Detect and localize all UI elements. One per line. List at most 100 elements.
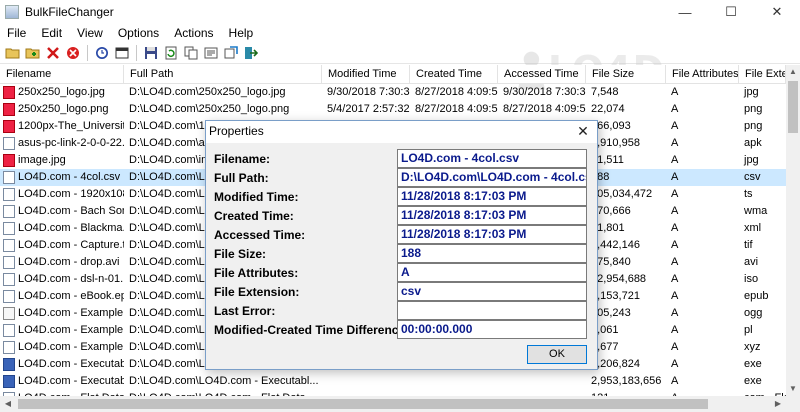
table-row[interactable]: 250x250_logo.jpg D:\LO4D.com\250x250_logo… bbox=[0, 84, 786, 101]
property-row: Accessed Time: 11/28/2018 8:17:03 PM bbox=[206, 225, 597, 245]
save-icon[interactable] bbox=[142, 44, 160, 62]
cell-filename: LO4D.com - Example... bbox=[0, 339, 124, 356]
cell-file-extension: jpg bbox=[744, 154, 759, 166]
scroll-right-icon[interactable]: ▶ bbox=[770, 396, 786, 412]
properties-icon[interactable] bbox=[202, 44, 220, 62]
file-icon bbox=[3, 137, 15, 150]
ok-button[interactable]: OK bbox=[527, 345, 587, 364]
refresh-icon[interactable] bbox=[162, 44, 180, 62]
cell-filename: image.jpg bbox=[0, 152, 124, 169]
property-value-field[interactable]: 00:00:00.000 bbox=[397, 320, 587, 339]
horizontal-scrollbar[interactable]: ◀ ▶ bbox=[0, 396, 786, 412]
cell-modified-time bbox=[322, 373, 410, 390]
property-value-field[interactable]: D:\LO4D.com\LO4D.com - 4col.csv bbox=[397, 168, 587, 187]
cell-file-extension: ogg bbox=[744, 307, 763, 319]
scroll-left-icon[interactable]: ◀ bbox=[0, 396, 16, 412]
property-row: Created Time: 11/28/2018 8:17:03 PM bbox=[206, 206, 597, 226]
dialog-close-icon[interactable]: ✕ bbox=[569, 121, 597, 143]
cell-filename: LO4D.com - 1920x108... bbox=[0, 186, 124, 203]
vertical-scroll-thumb[interactable] bbox=[788, 81, 798, 133]
column-file-size[interactable]: File Size bbox=[586, 65, 666, 83]
cell-file-attributes: A bbox=[671, 358, 679, 370]
maximize-icon[interactable]: ☐ bbox=[708, 0, 754, 24]
copy-icon[interactable] bbox=[182, 44, 200, 62]
menu-file[interactable]: File bbox=[0, 26, 34, 40]
property-value-field[interactable]: LO4D.com - 4col.csv bbox=[397, 149, 587, 168]
property-value-field[interactable] bbox=[397, 301, 587, 320]
horizontal-scroll-thumb[interactable] bbox=[18, 399, 708, 409]
column-file-extension[interactable]: File Extens bbox=[739, 65, 786, 83]
filename-text: LO4D.com - 4col.csv bbox=[18, 171, 121, 183]
cell-accessed-time bbox=[498, 373, 586, 390]
scroll-down-icon[interactable]: ▼ bbox=[786, 382, 800, 396]
minimize-icon[interactable]: — bbox=[662, 0, 708, 24]
property-label: File Attributes: bbox=[214, 266, 299, 280]
window-controls: — ☐ ✕ bbox=[662, 0, 800, 24]
property-value-field[interactable]: A bbox=[397, 263, 587, 282]
property-row: File Attributes: A bbox=[206, 263, 597, 283]
column-full-path[interactable]: Full Path bbox=[124, 65, 322, 83]
cell-filename: LO4D.com - Blackma... bbox=[0, 220, 124, 237]
property-value-field[interactable]: csv bbox=[397, 282, 587, 301]
close-icon[interactable]: ✕ bbox=[754, 0, 800, 24]
dialog-title: Properties bbox=[209, 124, 264, 138]
property-label: Filename: bbox=[214, 152, 271, 166]
cell-file-attributes: A bbox=[671, 324, 679, 336]
folder-open-icon[interactable] bbox=[4, 44, 22, 62]
filename-text: LO4D.com - dsl-n-01... bbox=[18, 273, 124, 285]
filename-text: 250x250_logo.jpg bbox=[18, 86, 105, 98]
menu-actions[interactable]: Actions bbox=[167, 26, 221, 40]
column-modified-time[interactable]: Modified Time bbox=[322, 65, 410, 83]
menu-edit[interactable]: Edit bbox=[34, 26, 70, 40]
cell-filename: 1200px-The_Universit... bbox=[0, 118, 124, 135]
cell-file-extension: avi bbox=[744, 256, 759, 268]
property-row: Last Error: bbox=[206, 301, 597, 321]
delete-icon[interactable] bbox=[44, 44, 62, 62]
column-filename[interactable]: Filename bbox=[0, 65, 124, 83]
cell-file-extension: xyz bbox=[744, 341, 761, 353]
column-created-time[interactable]: Created Time bbox=[410, 65, 498, 83]
property-value-field[interactable]: 11/28/2018 8:17:03 PM bbox=[397, 225, 587, 244]
cell-modified-time: 9/30/2018 7:30:3... bbox=[327, 86, 410, 98]
cell-created-time: 8/27/2018 4:09:5... bbox=[415, 86, 498, 98]
menu-help[interactable]: Help bbox=[222, 26, 262, 40]
cell-filename: LO4D.com - Bach Son... bbox=[0, 203, 124, 220]
export-icon[interactable] bbox=[222, 44, 240, 62]
menu-options[interactable]: Options bbox=[111, 26, 167, 40]
scroll-up-icon[interactable]: ▲ bbox=[786, 65, 800, 79]
column-accessed-time[interactable]: Accessed Time bbox=[498, 65, 586, 83]
clock-icon[interactable] bbox=[93, 44, 111, 62]
table-row[interactable]: LO4D.com - Executabl... D:\LO4D.com\LO4D.… bbox=[0, 373, 786, 390]
cell-file-extension: jpg bbox=[744, 86, 759, 98]
exit-icon[interactable] bbox=[242, 44, 260, 62]
window-title: BulkFileChanger bbox=[25, 5, 114, 19]
table-row[interactable]: 250x250_logo.png D:\LO4D.com\250x250_logo… bbox=[0, 101, 786, 118]
property-value-field[interactable]: 188 bbox=[397, 244, 587, 263]
cell-file-size: 766,093 bbox=[591, 120, 631, 132]
cell-file-size: 105,243 bbox=[591, 307, 631, 319]
cell-filename: LO4D.com - dsl-n-01... bbox=[0, 271, 124, 288]
property-row: File Size: 188 bbox=[206, 244, 597, 264]
cell-file-size: 2,953,183,656 bbox=[591, 375, 662, 387]
column-file-attributes[interactable]: File Attributes bbox=[666, 65, 739, 83]
file-icon bbox=[3, 86, 15, 99]
property-row: Full Path: D:\LO4D.com\LO4D.com - 4col.cs… bbox=[206, 168, 597, 188]
cell-file-size: 1,061 bbox=[591, 324, 619, 336]
cell-file-size: 31,511 bbox=[591, 154, 624, 166]
cell-filename: LO4D.com - Example.pl bbox=[0, 322, 124, 339]
property-label: Last Error: bbox=[214, 304, 276, 318]
cell-file-size: 1,442,146 bbox=[591, 239, 640, 251]
remove-icon[interactable] bbox=[64, 44, 82, 62]
menu-bar: File Edit View Options Actions Help bbox=[0, 24, 800, 42]
vertical-scrollbar[interactable]: ▲ ▼ bbox=[786, 65, 800, 396]
property-value-field[interactable]: 11/28/2018 8:17:03 PM bbox=[397, 187, 587, 206]
window-icon[interactable] bbox=[113, 44, 131, 62]
file-icon bbox=[3, 375, 15, 388]
cell-file-extension: ts bbox=[744, 188, 753, 200]
menu-view[interactable]: View bbox=[70, 26, 111, 40]
property-value-field[interactable]: 11/28/2018 8:17:03 PM bbox=[397, 206, 587, 225]
add-folder-icon[interactable] bbox=[24, 44, 42, 62]
cell-full-path: D:\LO4D.com\250x250_logo.jpg bbox=[129, 86, 286, 98]
toolbar-separator bbox=[136, 44, 137, 61]
scrollbar-corner bbox=[786, 396, 800, 412]
